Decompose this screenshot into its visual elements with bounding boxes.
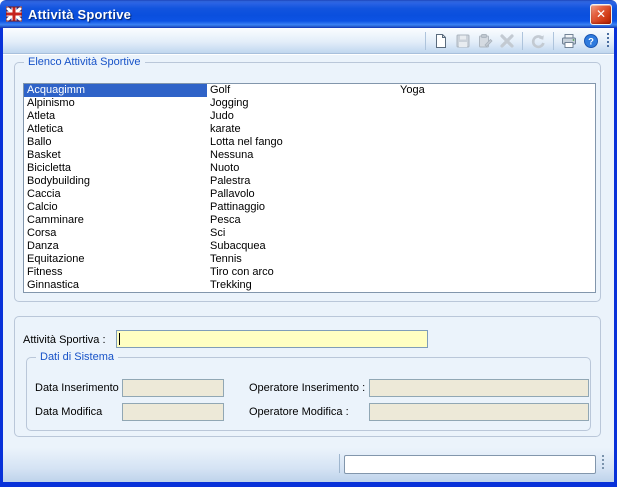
toolbar-separator — [425, 32, 426, 50]
list-item[interactable]: Ballo — [24, 136, 207, 149]
help-icon: ? — [583, 33, 599, 49]
list-item[interactable]: Tennis — [207, 253, 397, 266]
list-item[interactable]: Nuoto — [207, 162, 397, 175]
elenco-groupbox: Elenco Attività Sportive AcquagimmAlpini… — [14, 62, 601, 302]
save-button[interactable] — [453, 31, 473, 51]
window-border-bottom — [0, 482, 617, 487]
statusbar-grip[interactable] — [602, 454, 605, 473]
operatore-modifica-field — [369, 403, 589, 421]
list-item[interactable]: Caccia — [24, 188, 207, 201]
list-item[interactable]: Yoga — [397, 84, 595, 97]
list-item[interactable]: Tiro con arco — [207, 266, 397, 279]
list-item[interactable]: Danza — [24, 240, 207, 253]
list-item[interactable]: Bicicletta — [24, 162, 207, 175]
elenco-group-label: Elenco Attività Sportive — [24, 55, 145, 69]
data-modifica-field — [122, 403, 224, 421]
toolbar-separator — [522, 32, 523, 50]
save-floppy-icon — [455, 33, 471, 49]
app-window: Attività Sportive ✕ — [0, 0, 617, 487]
svg-text:?: ? — [588, 36, 594, 47]
operatore-modifica-label: Operatore Modifica : — [249, 406, 349, 418]
toolbar-separator — [553, 32, 554, 50]
list-item[interactable]: Calcio — [24, 201, 207, 214]
list-item[interactable]: Palestra — [207, 175, 397, 188]
list-item[interactable]: Acquagimm — [24, 84, 207, 97]
delete-button[interactable] — [497, 31, 517, 51]
list-item[interactable]: Fitness — [24, 266, 207, 279]
list-column: GolfJoggingJudokarateLotta nel fangoNess… — [207, 84, 397, 292]
list-item[interactable]: karate — [207, 123, 397, 136]
list-item[interactable]: Ginnastica — [24, 279, 207, 292]
list-item[interactable]: Pallavolo — [207, 188, 397, 201]
window-title: Attività Sportive — [28, 7, 131, 22]
operatore-inserimento-field — [369, 379, 589, 397]
list-item[interactable]: Camminare — [24, 214, 207, 227]
data-modifica-label: Data Modifica — [35, 406, 102, 418]
list-item[interactable]: Alpinismo — [24, 97, 207, 110]
new-document-icon — [433, 33, 449, 49]
list-item[interactable]: Subacquea — [207, 240, 397, 253]
undo-button[interactable] — [528, 31, 548, 51]
list-item[interactable]: Pattinaggio — [207, 201, 397, 214]
system-data-groupbox: Dati di Sistema Data Inserimento Operato… — [26, 357, 591, 431]
list-item[interactable]: Golf — [207, 84, 397, 97]
list-item[interactable]: Corsa — [24, 227, 207, 240]
toolbar: ? — [3, 28, 614, 54]
list-item[interactable]: Atletica — [24, 123, 207, 136]
data-inserimento-label: Data Inserimento — [35, 382, 119, 394]
list-item[interactable]: Lotta nel fango — [207, 136, 397, 149]
status-message-box — [344, 455, 596, 474]
list-item[interactable]: Atleta — [24, 110, 207, 123]
list-item[interactable]: Bodybuilding — [24, 175, 207, 188]
content-area: Elenco Attività Sportive AcquagimmAlpini… — [3, 55, 614, 482]
list-column: Yoga — [397, 84, 595, 292]
help-button[interactable]: ? — [581, 31, 601, 51]
operatore-inserimento-label: Operatore Inserimento : — [249, 382, 365, 394]
toolbar-grip[interactable] — [607, 32, 610, 50]
edit-button[interactable] — [475, 31, 495, 51]
system-data-group-label: Dati di Sistema — [36, 350, 118, 364]
form-groupbox: Attività Sportiva : Dati di Sistema Data… — [14, 316, 601, 437]
edit-clipboard-icon — [477, 33, 493, 49]
list-item[interactable]: Judo — [207, 110, 397, 123]
statusbar-separator — [339, 454, 340, 473]
list-item[interactable]: Jogging — [207, 97, 397, 110]
sports-listbox[interactable]: AcquagimmAlpinismoAtletaAtleticaBalloBas… — [23, 83, 596, 293]
list-item[interactable]: Nessuna — [207, 149, 397, 162]
list-item[interactable]: Equitazione — [24, 253, 207, 266]
printer-icon — [561, 33, 577, 49]
activity-label: Attività Sportiva : — [23, 334, 106, 346]
text-caret — [119, 333, 120, 345]
list-column: AcquagimmAlpinismoAtletaAtleticaBalloBas… — [24, 84, 207, 292]
data-inserimento-field — [122, 379, 224, 397]
list-item[interactable]: Sci — [207, 227, 397, 240]
new-record-button[interactable] — [431, 31, 451, 51]
list-item[interactable]: Basket — [24, 149, 207, 162]
titlebar: Attività Sportive ✕ — [0, 0, 617, 28]
list-item[interactable]: Trekking — [207, 279, 397, 292]
delete-x-icon — [499, 33, 515, 49]
activity-input[interactable] — [116, 330, 428, 348]
print-button[interactable] — [559, 31, 579, 51]
close-button[interactable]: ✕ — [590, 4, 612, 25]
undo-arrow-icon — [530, 33, 546, 49]
list-item[interactable]: Pesca — [207, 214, 397, 227]
app-icon — [6, 6, 22, 22]
